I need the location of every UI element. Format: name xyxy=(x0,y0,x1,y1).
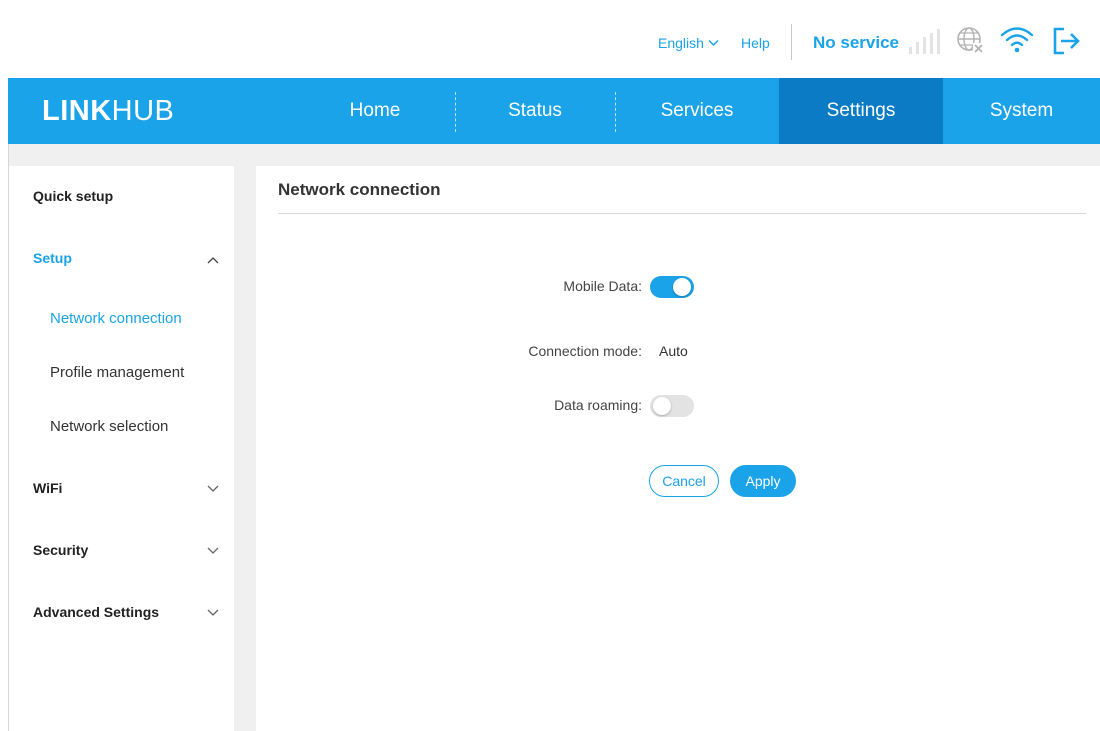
nav-system[interactable]: System xyxy=(943,78,1100,144)
sidebar-gutter xyxy=(234,144,256,731)
nav-settings[interactable]: Settings xyxy=(779,78,943,144)
page-title: Network connection xyxy=(278,180,441,199)
brand-logo: LINKHUB xyxy=(42,95,175,127)
sidebar-item-profile-management[interactable]: Profile management xyxy=(50,364,184,381)
nav-home[interactable]: Home xyxy=(295,78,455,144)
header-divider xyxy=(791,24,792,60)
signal-icon xyxy=(909,29,940,54)
sidebar-item-quick-setup[interactable]: Quick setup xyxy=(33,188,113,204)
wifi-icon xyxy=(1000,27,1034,53)
sidebar-item-network-connection[interactable]: Network connection xyxy=(50,310,182,327)
sidebar: Quick setup Setup Network connection Pro… xyxy=(9,166,234,731)
nav-services[interactable]: Services xyxy=(615,78,779,144)
chevron-down-icon[interactable] xyxy=(207,609,219,617)
mobile-data-label: Mobile Data: xyxy=(563,278,642,294)
data-roaming-toggle[interactable] xyxy=(650,395,694,417)
help-link[interactable]: Help xyxy=(741,35,770,51)
sidebar-item-setup[interactable]: Setup xyxy=(33,250,72,266)
title-divider xyxy=(278,213,1086,214)
network-status-text: No service xyxy=(813,33,899,52)
content-top-band xyxy=(9,144,1100,166)
chevron-down-icon[interactable] xyxy=(207,547,219,555)
language-label: English xyxy=(658,35,704,51)
toggle-knob xyxy=(673,278,691,296)
language-selector[interactable]: English xyxy=(658,35,719,51)
main-navbar: LINKHUB Home Status Services Settings Sy… xyxy=(8,78,1100,144)
chevron-up-icon[interactable] xyxy=(207,256,219,264)
chevron-down-icon[interactable] xyxy=(207,485,219,493)
sidebar-item-advanced-settings[interactable]: Advanced Settings xyxy=(33,604,159,620)
globe-no-internet-icon xyxy=(957,27,984,54)
toggle-knob xyxy=(653,397,671,415)
mobile-data-toggle[interactable] xyxy=(650,276,694,298)
main-content: Network connection Mobile Data: Connecti… xyxy=(256,166,1100,731)
nav-status[interactable]: Status xyxy=(455,78,615,144)
connection-mode-label: Connection mode: xyxy=(528,343,642,359)
chevron-down-icon xyxy=(708,39,719,47)
sidebar-item-wifi[interactable]: WiFi xyxy=(33,480,62,496)
logout-icon[interactable] xyxy=(1052,27,1082,55)
cancel-button[interactable]: Cancel xyxy=(649,465,719,497)
apply-button[interactable]: Apply xyxy=(730,465,796,497)
sidebar-item-security[interactable]: Security xyxy=(33,542,88,558)
connection-mode-value: Auto xyxy=(659,343,688,359)
data-roaming-label: Data roaming: xyxy=(554,397,642,413)
sidebar-item-network-selection[interactable]: Network selection xyxy=(50,418,168,435)
